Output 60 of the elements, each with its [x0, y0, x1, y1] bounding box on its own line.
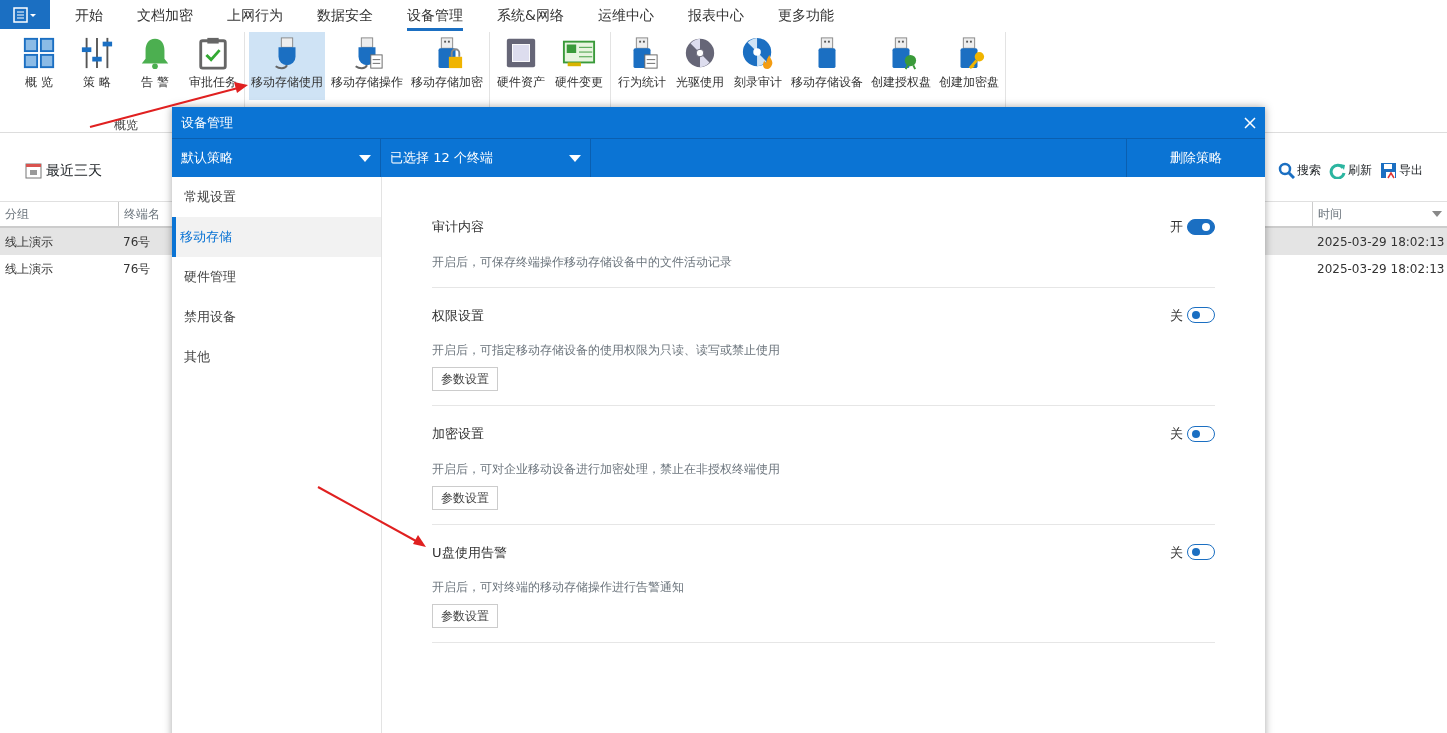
ribbon-button[interactable]: 硬件资产	[494, 32, 548, 100]
menu-tab[interactable]: 开始	[58, 0, 120, 30]
table-cell-text: 2025-03-29 18:02:13	[1317, 233, 1445, 251]
setting-title: 审计内容	[432, 218, 484, 236]
setting-description: 开启后，可对终端的移动存储操作进行告警通知	[432, 579, 685, 596]
delete-policy-button[interactable]: 删除策略	[1126, 139, 1265, 177]
toolbar-button[interactable]: 导出	[1380, 161, 1423, 179]
ribbon-button[interactable]: 审批任务	[186, 32, 240, 100]
nav-item[interactable]: 移动存储	[172, 217, 381, 257]
menu-tab[interactable]: 系统&网络	[480, 0, 581, 30]
table-cell-text: 线上演示	[5, 260, 53, 278]
table-cell-text: 线上演示	[5, 233, 53, 251]
nav-item[interactable]: 禁用设备	[172, 297, 381, 337]
nav-item[interactable]: 其他	[172, 337, 381, 377]
toolbar-button[interactable]: 搜索	[1278, 161, 1321, 179]
date-filter-button[interactable]: 最近三天	[24, 158, 103, 182]
ribbon-button[interactable]: 行为统计	[615, 32, 669, 100]
toggle-label: 开	[1170, 218, 1183, 236]
ribbon-button[interactable]: 移动存储使用	[249, 32, 325, 100]
table-cell-text: 76号	[123, 233, 151, 251]
ribbon-button[interactable]: 硬件变更	[552, 32, 606, 100]
column-header[interactable]: 时间	[1312, 202, 1447, 226]
toggle-label: 关	[1170, 425, 1183, 443]
setting-title: 权限设置	[432, 306, 484, 325]
setting-description: 开启后，可对企业移动设备进行加密处理，禁止在非授权终端使用	[432, 460, 781, 478]
column-header[interactable]: 分组	[0, 202, 118, 226]
policy-dropdown[interactable]: 默认策略	[172, 139, 381, 177]
toolbar-button[interactable]: 刷新	[1329, 161, 1372, 179]
ribbon-button[interactable]: 移动存储设备	[789, 32, 865, 100]
ribbon-button[interactable]: 策 略	[70, 32, 124, 100]
ribbon-button[interactable]: 创建授权盘	[869, 32, 933, 100]
group-label: 概览	[114, 118, 138, 132]
parameters-button[interactable]: 参数设置	[432, 485, 498, 510]
parameters-button[interactable]: 参数设置	[432, 367, 498, 391]
nav-item[interactable]: 常规设置	[172, 177, 381, 217]
toggle-label: 关	[1170, 306, 1183, 325]
ribbon-button[interactable]: 移动存储操作	[329, 32, 405, 100]
nav-item[interactable]: 硬件管理	[172, 257, 381, 297]
table-cell-text: 76号	[123, 260, 151, 278]
setting-description: 开启后，可保存终端操作移动存储设备中的文件活动记录	[432, 253, 733, 271]
ribbon-button[interactable]: 创建加密盘	[937, 32, 1001, 100]
ribbon-button[interactable]: 刻录审计	[731, 32, 785, 100]
menu-tab[interactable]: 报表中心	[670, 0, 761, 30]
ribbon-button[interactable]: 移动存储加密	[409, 32, 485, 100]
setting-title: U盘使用告警	[432, 543, 507, 562]
menu-tab[interactable]: 上网行为	[210, 0, 300, 30]
ribbon-button[interactable]: 告 警	[128, 32, 182, 100]
dialog-title: 设备管理	[181, 113, 233, 132]
setting-title: 加密设置	[432, 425, 484, 443]
setting-description: 开启后，可指定移动存储设备的使用权限为只读、读写或禁止使用	[432, 342, 781, 359]
terminal-dropdown[interactable]: 已选择 12 个终端	[381, 139, 591, 177]
menu-tab[interactable]: 数据安全	[300, 0, 390, 30]
parameters-button[interactable]: 参数设置	[432, 604, 498, 628]
menu-tab[interactable]: 文档加密	[120, 0, 210, 30]
toggle-label: 关	[1170, 543, 1183, 562]
menu-tab[interactable]: 更多功能	[760, 0, 851, 30]
ribbon-button[interactable]: 光驱使用	[673, 32, 727, 100]
ribbon-button[interactable]: 概 览	[12, 32, 66, 100]
menu-tab[interactable]: 设备管理	[390, 0, 480, 30]
menu-tab[interactable]: 运维中心	[580, 0, 671, 30]
